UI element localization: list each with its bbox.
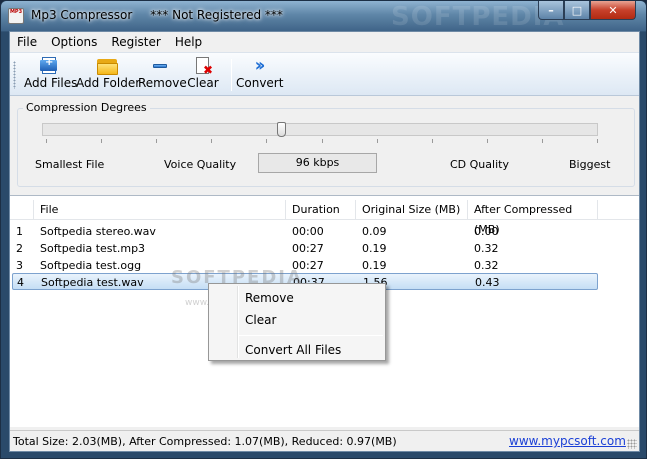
slider-tick [432,139,433,143]
app-window: MP3 SOFTPEDIA Mp3 Compressor *** Not Regi… [0,0,647,459]
column-file[interactable]: File [34,200,286,220]
label-voice-quality: Voice Quality [164,158,237,171]
close-icon: ✕ [608,3,618,17]
row-number: 4 [17,276,24,289]
row-file: Softpedia test.ogg [40,259,142,272]
context-clear[interactable]: Clear [245,313,276,327]
context-menu: Remove Clear Convert All Files [208,283,386,361]
compression-slider-thumb[interactable] [277,122,286,137]
table-row[interactable]: 3 Softpedia test.ogg 00:27 0.19 0.32 [10,257,639,274]
slider-ticks [46,139,598,149]
close-button[interactable]: ✕ [590,1,636,20]
add-files-label: Add Files [24,76,78,90]
row-compressed-size: 0.43 [475,276,500,289]
add-folder-button[interactable]: Add Folder [76,55,141,95]
remove-button[interactable]: Remove [138,55,187,95]
context-convert-all[interactable]: Convert All Files [245,343,341,357]
toolbar-grip-icon[interactable] [13,61,16,89]
context-separator [239,335,383,336]
menu-help[interactable]: Help [168,35,209,49]
file-list-header: File Duration Original Size (MB) After C… [10,200,639,236]
add-files-icon: + [40,57,57,75]
status-bar: Total Size: 2.03(MB), After Compressed: … [10,430,639,451]
row-compressed-size: 0.32 [474,259,499,272]
slider-tick [322,139,323,143]
maximize-icon: □ [571,3,583,17]
compression-group: Compression Degrees Smallest File Voice … [17,101,635,187]
row-file: Softpedia stereo.wav [40,225,156,238]
row-original-size: 0.09 [362,225,387,238]
double-chevron-right-icon: ›› [254,55,266,76]
menu-options[interactable]: Options [44,35,104,49]
context-remove[interactable]: Remove [245,291,294,305]
slider-tick [487,139,488,143]
slider-tick [542,139,543,143]
compression-legend: Compression Degrees [23,101,150,114]
table-row[interactable]: 2 Softpedia test.mp3 00:27 0.19 0.32 [10,240,639,257]
window-title: Mp3 Compressor *** Not Registered *** [31,8,283,22]
menu-bar: File Options Register Help [10,32,639,51]
mp3-app-icon[interactable]: MP3 [8,8,24,24]
slider-tick [211,139,212,143]
app-icon-label: MP3 [9,9,23,15]
row-number: 2 [16,242,23,255]
row-compressed-size: 0.32 [474,242,499,255]
label-biggest: Biggest [569,158,611,171]
add-folder-label: Add Folder [76,76,141,90]
label-smallest-file: Smallest File [35,158,105,171]
table-row[interactable]: 1 Softpedia stereo.wav 00:00 0.09 0.00 [10,223,639,240]
clear-label: Clear [187,76,219,90]
column-after-compressed[interactable]: After Compressed (MB) [468,200,598,236]
maximize-button[interactable]: □ [564,1,590,20]
window-title-app: Mp3 Compressor [31,8,133,22]
minimize-icon: – [548,3,554,17]
row-duration: 00:27 [292,242,324,255]
slider-tick [377,139,378,143]
compression-slider-track[interactable] [42,123,598,136]
slider-tick [101,139,102,143]
toolbar: + Add Files Add Folder Remove ✖ Clear ››… [10,52,639,96]
clear-document-icon: ✖ [192,57,214,76]
slider-tick [156,139,157,143]
row-compressed-size: 0.00 [474,225,499,238]
row-original-size: 0.19 [362,242,387,255]
add-files-button[interactable]: + Add Files [24,55,78,95]
convert-label: Convert [236,76,284,90]
remove-label: Remove [138,76,187,90]
label-cd-quality: CD Quality [450,158,509,171]
row-number: 3 [16,259,23,272]
column-number[interactable] [10,200,34,220]
slider-tick [266,139,267,143]
toolbar-separator [231,59,232,91]
menu-register[interactable]: Register [104,35,167,49]
title-bar[interactable]: MP3 SOFTPEDIA Mp3 Compressor *** Not Regi… [1,1,646,32]
client-area: File Options Register Help + Add Files A… [9,31,640,452]
status-summary: Total Size: 2.03(MB), After Compressed: … [13,435,397,448]
minimize-button[interactable]: – [538,1,564,20]
row-number: 1 [16,225,23,238]
slider-tick [597,139,598,143]
column-duration[interactable]: Duration [286,200,356,220]
row-file: Softpedia test.wav [41,276,144,289]
convert-button[interactable]: ›› Convert [236,55,284,95]
column-original-size[interactable]: Original Size (MB) [356,200,468,220]
quality-value-box: 96 kbps [258,153,377,173]
row-original-size: 0.19 [362,259,387,272]
clear-button[interactable]: ✖ Clear [186,55,220,95]
folder-icon [96,57,118,75]
window-title-registration: *** Not Registered *** [150,8,283,22]
slider-tick [46,139,47,143]
menu-file[interactable]: File [10,35,44,49]
resize-grip-icon[interactable] [627,439,637,449]
row-file: Softpedia test.mp3 [40,242,146,255]
website-link[interactable]: www.mypcsoft.com [509,434,626,448]
minus-icon [149,57,171,75]
row-duration: 00:00 [292,225,324,238]
